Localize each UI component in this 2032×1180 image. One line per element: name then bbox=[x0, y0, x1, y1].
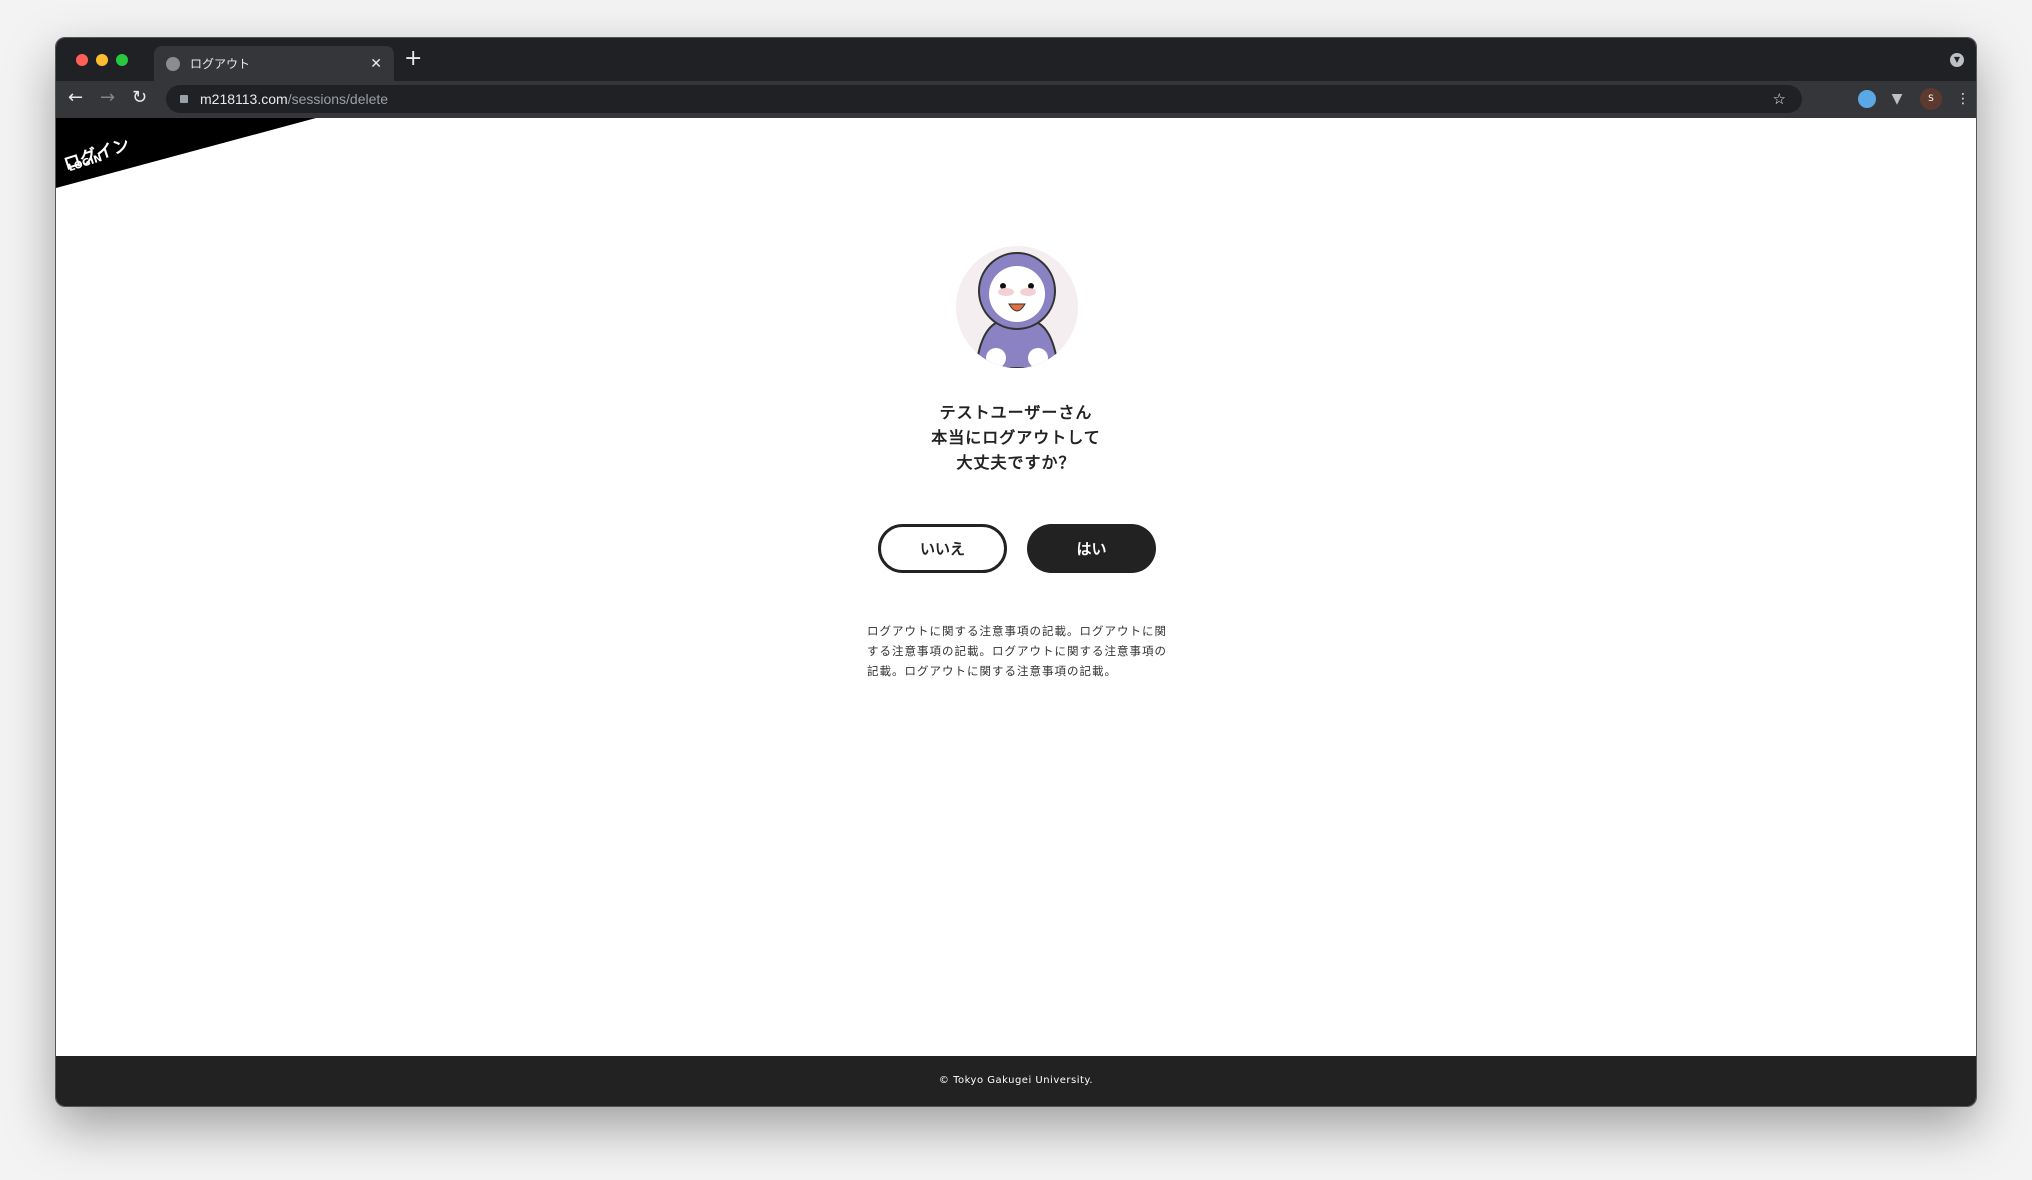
forward-icon[interactable]: → bbox=[100, 87, 115, 108]
tab-logout[interactable]: ログアウト ✕ bbox=[154, 46, 394, 81]
new-tab-icon[interactable]: + bbox=[404, 46, 422, 71]
tab-title: ログアウト bbox=[190, 57, 251, 71]
tab-bar: ログアウト ✕ + ▼ bbox=[56, 38, 1976, 81]
user-avatar bbox=[956, 246, 1078, 368]
toolbar: ← → ↻ m218113.com/sessions/delete ☆ ▼ ✚ … bbox=[56, 81, 1976, 118]
close-tab-icon[interactable]: ✕ bbox=[370, 56, 382, 72]
maximize-window-button[interactable] bbox=[116, 54, 128, 66]
logout-notice: ログアウトに関する注意事項の記載。ログアウトに関する注意事項の記載。ログアウトに… bbox=[867, 624, 1167, 678]
tab-search-icon[interactable]: ▼ bbox=[1950, 53, 1964, 67]
page-content: ログイン LOGIN テストユーザーさん 本当にログアウトして 大丈夫ですか？ … bbox=[56, 118, 1976, 1056]
message-line: 大丈夫ですか？ bbox=[956, 453, 1076, 472]
bookmark-star-icon[interactable]: ☆ bbox=[1773, 90, 1786, 108]
browser-window: ログアウト ✕ + ▼ ← → ↻ m218113.com/sessions/d… bbox=[55, 37, 1977, 1107]
reload-icon[interactable]: ↻ bbox=[132, 87, 147, 108]
login-corner-link[interactable]: ログイン LOGIN bbox=[56, 118, 316, 188]
copyright: © Tokyo Gakugei University. bbox=[938, 1075, 1094, 1086]
url-host: m218113.com bbox=[200, 91, 288, 107]
close-window-button[interactable] bbox=[76, 54, 88, 66]
menu-kebab-icon[interactable]: ⋮ bbox=[1954, 90, 1972, 108]
back-icon[interactable]: ← bbox=[68, 87, 83, 108]
message-line: テストユーザーさん bbox=[939, 403, 1093, 422]
address-bar[interactable]: m218113.com/sessions/delete ☆ bbox=[166, 85, 1802, 113]
lock-icon bbox=[180, 95, 188, 103]
globe-icon bbox=[166, 56, 180, 71]
message-line: 本当にログアウトして bbox=[931, 428, 1101, 447]
no-button[interactable]: いいえ bbox=[878, 524, 1007, 573]
minimize-window-button[interactable] bbox=[96, 54, 108, 66]
vue-devtools-icon[interactable]: ▼ bbox=[1888, 90, 1906, 108]
yes-logout-button[interactable]: はい bbox=[1027, 524, 1156, 573]
footer: © Tokyo Gakugei University. bbox=[56, 1056, 1976, 1106]
profile-avatar[interactable]: S bbox=[1920, 88, 1942, 110]
confirm-message: テストユーザーさん 本当にログアウトして 大丈夫ですか？ bbox=[56, 400, 1976, 475]
extension-icon[interactable] bbox=[1858, 90, 1876, 108]
url-path: /sessions/delete bbox=[287, 91, 389, 107]
